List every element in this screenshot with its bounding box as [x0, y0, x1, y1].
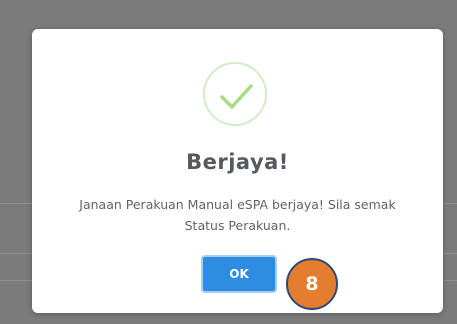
- dialog-title: Berjaya!: [186, 150, 289, 174]
- step-number-badge: 8: [286, 258, 338, 310]
- dialog-message: Janaan Perakuan Manual eSPA berjaya! Sil…: [79, 197, 396, 233]
- checkmark-success-icon: [203, 62, 267, 126]
- ok-button[interactable]: OK: [201, 255, 277, 293]
- success-dialog: Berjaya! Janaan Perakuan Manual eSPA ber…: [32, 29, 443, 313]
